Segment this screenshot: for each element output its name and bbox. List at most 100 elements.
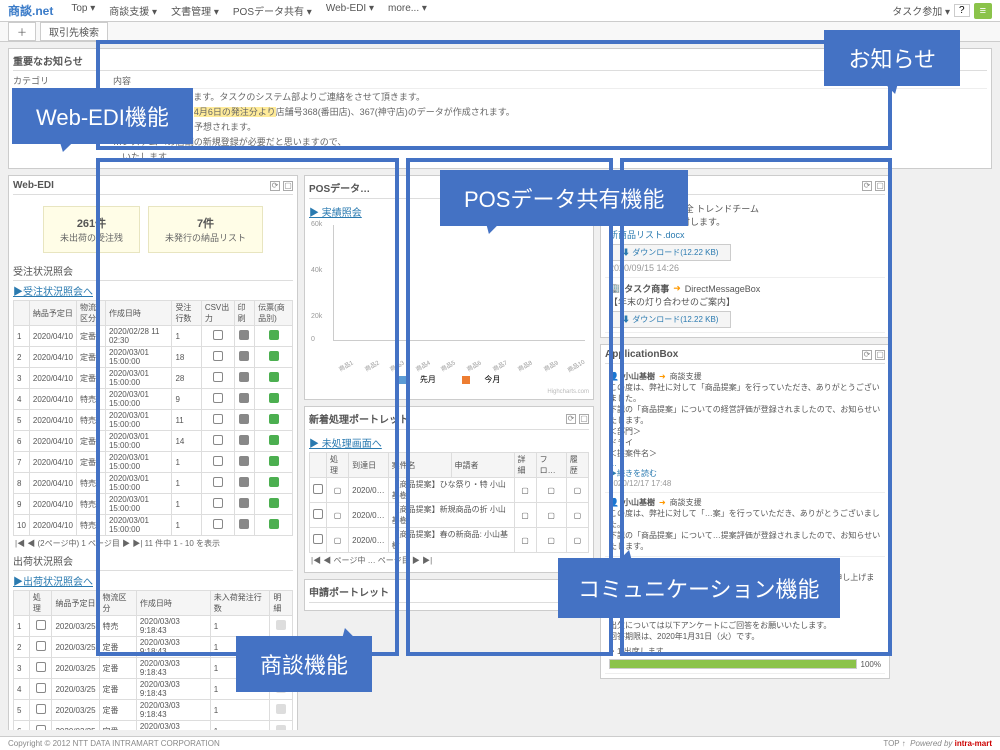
doc-icon[interactable]: [36, 641, 46, 651]
csv-icon[interactable]: [213, 330, 223, 340]
app-item[interactable]: 👤小山基樹➜商談支援 この度は、弊社に対して「…案」を行っていただき、ありがとう…: [605, 493, 885, 557]
csv-icon[interactable]: [213, 477, 223, 487]
download-button[interactable]: ⬇ ダウンロード(12.22 KB): [609, 311, 731, 328]
doc-icon[interactable]: [36, 662, 46, 672]
callout-shodan: 商談機能: [236, 636, 372, 692]
excel-icon[interactable]: [269, 351, 279, 361]
refresh-icon[interactable]: ⟳: [270, 181, 280, 191]
table-row[interactable]: 92020/04/10特売2020/03/01 15:00:001: [14, 494, 293, 515]
detail-icon[interactable]: [276, 704, 286, 714]
download-button[interactable]: ⬇ ダウンロード(12.22 KB): [609, 244, 731, 261]
print-icon[interactable]: [239, 456, 249, 466]
table-row[interactable]: 12020/03/25特売2020/03/03 9:18:431: [14, 616, 293, 637]
task-item[interactable]: 🏢タスク商事➜DirectMessageBox 【年末の灯り合わせのご案内】 ⬇…: [605, 278, 885, 333]
print-icon[interactable]: [239, 477, 249, 487]
callout-notice: お知らせ: [824, 30, 960, 86]
doc-icon[interactable]: [36, 683, 46, 693]
tab-add[interactable]: ＋: [8, 22, 36, 41]
unshipped-box[interactable]: 261件未出荷の受注残: [43, 206, 140, 253]
logo: 商談.net: [8, 2, 53, 19]
order-table: 納品予定日物流区分作成日時受注行数CSV出力印刷伝票(商品別) 12020/04…: [13, 300, 293, 536]
table-row[interactable]: ▢2020/0…【商品提案】ひな祭り・特 小山基樹▢▢▢: [310, 478, 589, 503]
menu-doc[interactable]: 文書管理 ▾: [165, 1, 225, 20]
print-icon[interactable]: [239, 351, 249, 361]
csv-icon[interactable]: [213, 414, 223, 424]
unissued-box[interactable]: 7件未発行の納品リスト: [148, 206, 263, 253]
user-button[interactable]: ≡: [974, 3, 992, 19]
progress-bar: [609, 659, 857, 669]
application-box-panel: ApplicationBox⟳▢ 👤小山基樹➜商談支援 この度は、弊社に対して「…: [600, 344, 890, 679]
print-icon[interactable]: [239, 414, 249, 424]
close-icon[interactable]: ▢: [283, 181, 293, 191]
workflow-link[interactable]: ▶ 未処理画面へ: [309, 433, 589, 452]
person-icon: 👤: [609, 372, 619, 381]
order-status-link[interactable]: ▶受注状況照会へ: [13, 281, 293, 300]
notice-head-body: 内容: [113, 74, 131, 87]
footer: Copyright © 2012 NTT DATA INTRAMART CORP…: [0, 736, 1000, 750]
table-row[interactable]: 62020/03/25定番2020/03/03 9:18:431: [14, 721, 293, 731]
table-row[interactable]: ▢2020/0…【商品提案】新規商品の折 小山基樹▢▢▢: [310, 503, 589, 528]
table-row[interactable]: 12020/04/10定番2020/02/28 11 02:301: [14, 326, 293, 347]
print-icon[interactable]: [239, 498, 249, 508]
doc-icon[interactable]: [313, 534, 323, 544]
csv-icon[interactable]: [213, 498, 223, 508]
excel-icon[interactable]: [269, 477, 279, 487]
detail-icon[interactable]: [276, 620, 286, 630]
doc-icon[interactable]: [313, 509, 323, 519]
menu-webedi[interactable]: Web-EDI ▾: [320, 1, 380, 20]
excel-icon[interactable]: [269, 414, 279, 424]
callout-webedi: Web-EDI機能: [12, 88, 193, 144]
menu-more[interactable]: more... ▾: [382, 1, 433, 20]
excel-icon[interactable]: [269, 393, 279, 403]
doc-icon[interactable]: [36, 704, 46, 714]
detail-icon[interactable]: [276, 725, 286, 730]
callout-comm: コミュニケーション機能: [558, 558, 840, 618]
order-status-title: 受注状況照会: [13, 261, 293, 281]
doc-icon[interactable]: [36, 620, 46, 630]
task-dropdown[interactable]: タスク参加 ▾: [892, 3, 950, 18]
table-row[interactable]: 62020/04/10定番2020/03/01 15:00:0014: [14, 431, 293, 452]
menu-shodan[interactable]: 商談支援 ▾: [103, 1, 163, 20]
csv-icon[interactable]: [213, 435, 223, 445]
csv-icon[interactable]: [213, 393, 223, 403]
tab-current[interactable]: 取引先検索: [40, 22, 108, 41]
excel-icon[interactable]: [269, 498, 279, 508]
print-icon[interactable]: [239, 393, 249, 403]
app-item[interactable]: 👤小山基樹➜商談支援 この度は、弊社に対して「商品提案」を行っていただき、ありが…: [605, 367, 885, 493]
table-row[interactable]: 72020/04/10定番2020/03/01 15:00:001: [14, 452, 293, 473]
table-row[interactable]: 22020/04/10定番2020/03/01 15:00:0018: [14, 347, 293, 368]
help-button[interactable]: ?: [954, 4, 970, 17]
table-row[interactable]: 32020/04/10定番2020/03/01 15:00:0028: [14, 368, 293, 389]
workflow-table: 処理到達日案件名申請者詳細フロ…履歴 ▢2020/0…【商品提案】ひな祭り・特 …: [309, 452, 589, 553]
csv-icon[interactable]: [213, 519, 223, 529]
top-menu: Top ▾ 商談支援 ▾ 文書管理 ▾ POSデータ共有 ▾ Web-EDI ▾…: [65, 1, 433, 20]
excel-icon[interactable]: [269, 519, 279, 529]
table-row[interactable]: 82020/04/10特売2020/03/01 15:00:001: [14, 473, 293, 494]
table-row[interactable]: 52020/03/25定番2020/03/03 9:18:431: [14, 700, 293, 721]
top-bar: 商談.net Top ▾ 商談支援 ▾ 文書管理 ▾ POSデータ共有 ▾ We…: [0, 0, 1000, 22]
table-row[interactable]: 102020/04/10特売2020/03/01 15:00:001: [14, 515, 293, 536]
ship-status-link[interactable]: ▶出荷状況照会へ: [13, 571, 293, 590]
table-row[interactable]: ▢2020/0…【商品提案】春の新商品: 小山基樹▢▢▢: [310, 528, 589, 553]
print-icon[interactable]: [239, 372, 249, 382]
csv-icon[interactable]: [213, 456, 223, 466]
building-icon: 🏢: [609, 283, 620, 294]
print-icon[interactable]: [239, 330, 249, 340]
doc-icon[interactable]: [36, 725, 46, 730]
webedi-title: Web-EDI: [13, 180, 54, 191]
excel-icon[interactable]: [269, 372, 279, 382]
order-pager[interactable]: |◀ ◀ (2ページ中) 1 ページ目 ▶ ▶| 11 件中 1 - 10 を表…: [13, 536, 293, 551]
pos-chart: 60k 40k 20k 0: [309, 221, 589, 361]
print-icon[interactable]: [239, 435, 249, 445]
menu-top[interactable]: Top ▾: [65, 1, 101, 20]
excel-icon[interactable]: [269, 330, 279, 340]
doc-icon[interactable]: [313, 484, 323, 494]
excel-icon[interactable]: [269, 456, 279, 466]
table-row[interactable]: 52020/04/10特売2020/03/01 15:00:0011: [14, 410, 293, 431]
print-icon[interactable]: [239, 519, 249, 529]
csv-icon[interactable]: [213, 372, 223, 382]
csv-icon[interactable]: [213, 351, 223, 361]
menu-pos[interactable]: POSデータ共有 ▾: [227, 1, 318, 20]
table-row[interactable]: 42020/04/10特売2020/03/01 15:00:009: [14, 389, 293, 410]
excel-icon[interactable]: [269, 435, 279, 445]
